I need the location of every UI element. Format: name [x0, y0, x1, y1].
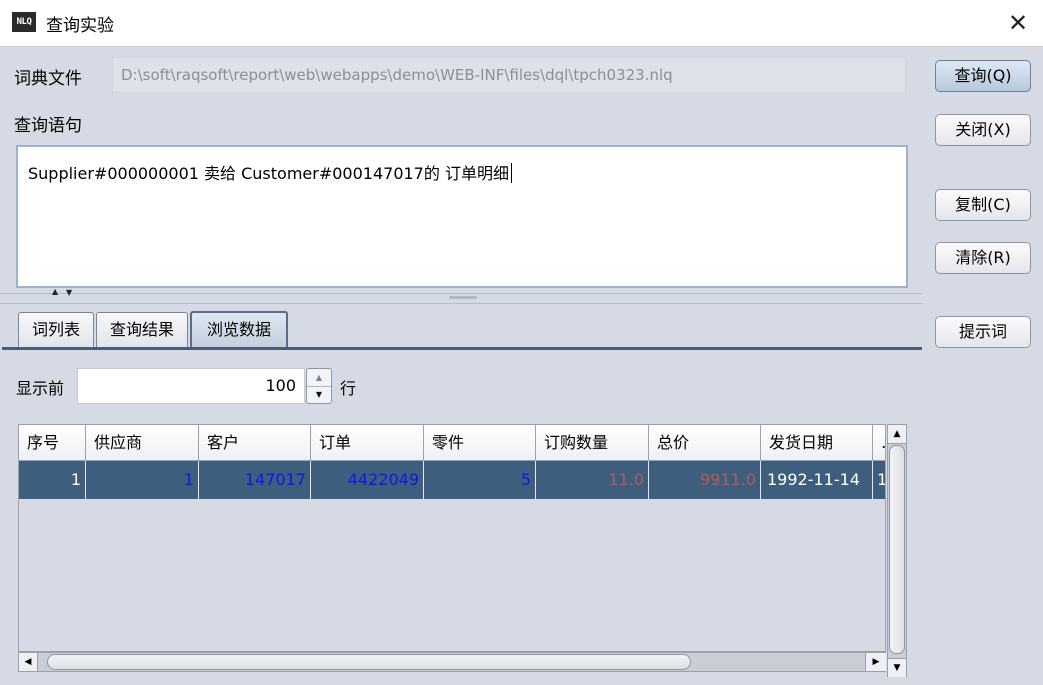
column-header[interactable]: 零件	[424, 425, 536, 461]
column-header[interactable]: 客户	[199, 425, 311, 461]
horizontal-scrollbar[interactable]: ◀ ▶	[18, 652, 886, 672]
table-cell: 9911.0	[649, 461, 761, 499]
table-cell: 1992-11-14	[761, 461, 873, 499]
tab-query-results[interactable]: 查询结果	[96, 312, 188, 347]
table-cell: 1	[86, 461, 199, 499]
show-first-label: 显示前	[16, 379, 65, 398]
tab-underline	[2, 347, 922, 350]
tab-word-list[interactable]: 词列表	[18, 312, 94, 347]
row-count-input[interactable]: 100	[77, 368, 305, 404]
split-pane-divider[interactable]: ▲ ▼	[0, 287, 922, 305]
table-cell: 5	[424, 461, 536, 499]
triangle-down-icon[interactable]: ▼	[307, 386, 331, 403]
table-cell: 147017	[199, 461, 311, 499]
scroll-thumb[interactable]	[889, 445, 905, 654]
triangle-up-icon[interactable]: ▲	[307, 369, 331, 387]
dict-file-path-field: D:\soft\raqsoft\report\web\webapps\demo\…	[112, 57, 906, 93]
title-bar: NLQ 查询实验 ✕	[0, 0, 1043, 47]
table-cell: 1	[873, 461, 885, 499]
column-header[interactable]: 发货日期	[761, 425, 873, 461]
query-label: 查询语句	[14, 116, 82, 136]
column-header[interactable]: …	[873, 425, 885, 461]
column-header[interactable]: 供应商	[86, 425, 199, 461]
column-header[interactable]: 总价	[649, 425, 761, 461]
query-textarea[interactable]: Supplier#000000001 卖给 Customer#000147017…	[16, 145, 908, 288]
arrow-left-icon[interactable]: ◀	[19, 653, 38, 671]
tab-browse-data[interactable]: 浏览数据	[190, 311, 288, 348]
table-cell: 1	[19, 461, 86, 499]
query-button[interactable]: 查询(Q)	[935, 60, 1031, 92]
clear-button[interactable]: 清除(R)	[935, 242, 1031, 274]
arrow-up-icon[interactable]: ▲	[888, 425, 906, 444]
vertical-scrollbar[interactable]: ▲ ▼	[887, 424, 907, 677]
column-header[interactable]: 订单	[311, 425, 424, 461]
table-cell: 11.0	[536, 461, 649, 499]
arrow-down-icon[interactable]: ▼	[888, 658, 906, 677]
dict-file-label: 词典文件	[14, 69, 82, 89]
query-text: Supplier#000000001 卖给 Customer#000147017…	[28, 164, 509, 183]
copy-button[interactable]: 复制(C)	[935, 189, 1031, 221]
table-cell: 4422049	[311, 461, 424, 499]
close-button[interactable]: 关闭(X)	[935, 114, 1031, 146]
rows-unit-label: 行	[340, 379, 357, 398]
arrow-right-icon[interactable]: ▶	[865, 653, 886, 671]
drag-grip-icon[interactable]	[449, 296, 477, 299]
app-logo-icon: NLQ	[12, 12, 36, 32]
table-row[interactable]: 1 1 147017 4422049 5 11.0 9911.0 1992-11…	[19, 461, 885, 499]
close-icon[interactable]: ✕	[1000, 6, 1036, 40]
text-caret	[510, 163, 512, 183]
scroll-thumb[interactable]	[47, 654, 691, 670]
row-count-spinner[interactable]: ▲ ▼	[306, 368, 332, 404]
column-header[interactable]: 订购数量	[536, 425, 649, 461]
expand-down-icon[interactable]: ▼	[66, 288, 72, 297]
hint-words-button[interactable]: 提示词	[935, 316, 1031, 348]
table-header-row: 序号 供应商 客户 订单 零件 订购数量 总价 发货日期 …	[19, 425, 885, 461]
data-table[interactable]: 序号 供应商 客户 订单 零件 订购数量 总价 发货日期 … 1 1 14701…	[18, 424, 886, 652]
window-title: 查询实验	[46, 16, 114, 36]
column-header[interactable]: 序号	[19, 425, 86, 461]
expand-up-icon[interactable]: ▲	[52, 287, 58, 296]
